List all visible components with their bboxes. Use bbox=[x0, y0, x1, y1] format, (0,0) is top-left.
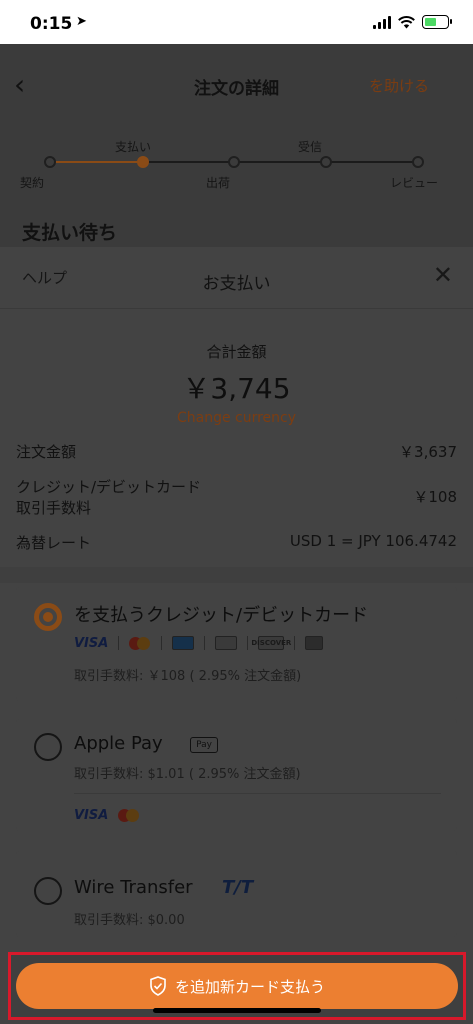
diners-logo-icon bbox=[215, 636, 238, 650]
mastercard-logo-icon bbox=[118, 807, 140, 823]
close-icon[interactable]: ✕ bbox=[433, 261, 453, 289]
exchange-rate-label: 為替レート bbox=[16, 534, 92, 552]
visa-logo-icon: VISA bbox=[74, 807, 109, 823]
section-title: 支払い待ち bbox=[22, 222, 118, 244]
battery-icon bbox=[422, 15, 452, 29]
amex-logo-icon bbox=[172, 636, 195, 650]
step-dot-shipping bbox=[228, 156, 240, 168]
wifi-icon bbox=[398, 15, 415, 28]
radio-apple-pay[interactable] bbox=[34, 733, 62, 761]
apple-pay-logos: VISA bbox=[74, 807, 140, 823]
payment-option-wire-transfer[interactable]: Wire Transfer T/T 取引手数料: $0.00 bbox=[16, 851, 457, 937]
payment-option-apple-pay[interactable]: Apple Pay Pay 取引手数料: $1.01 ( 2.95% 注文金額)… bbox=[16, 719, 457, 831]
order-progress: 支払い 受信 契約 出荷 レビュー bbox=[0, 134, 473, 194]
mastercard-logo-icon bbox=[129, 635, 151, 651]
location-arrow-icon: ➤ bbox=[76, 14, 87, 29]
option-card-title: を支払うクレジット/デビットカード bbox=[74, 605, 369, 626]
step-dot-received bbox=[320, 156, 332, 168]
status-bar: 0:15 ➤ bbox=[0, 0, 473, 44]
card-fee-value: ￥108 bbox=[413, 488, 457, 506]
status-icons bbox=[373, 15, 452, 29]
card-fee-label-line2: 取引手数料 bbox=[16, 499, 92, 517]
step-label-shipping: 出荷 bbox=[206, 176, 231, 190]
option-wire-fee: 取引手数料: $0.00 bbox=[74, 913, 185, 928]
card-logos: VISA DISCOVER bbox=[74, 635, 324, 651]
visa-logo-icon: VISA bbox=[74, 635, 109, 651]
help-link[interactable]: を助ける bbox=[369, 75, 429, 96]
step-label-contract: 契約 bbox=[20, 176, 45, 190]
step-dot-payment bbox=[137, 156, 149, 168]
card-fee-label-line1: クレジット/デビットカード bbox=[16, 478, 202, 496]
radio-card-selected[interactable] bbox=[34, 603, 62, 631]
order-amount-value: ￥3,637 bbox=[399, 443, 457, 461]
section-divider bbox=[0, 567, 473, 583]
option-apple-pay-fee: 取引手数料: $1.01 ( 2.95% 注文金額) bbox=[74, 767, 301, 782]
tt-logo-icon: T/T bbox=[222, 877, 254, 898]
total-label: 合計金額 bbox=[206, 343, 267, 361]
step-label-payment: 支払い bbox=[115, 140, 152, 154]
change-currency-link[interactable]: Change currency bbox=[0, 410, 473, 426]
home-indicator bbox=[153, 1008, 321, 1013]
order-amount-label: 注文金額 bbox=[16, 443, 77, 461]
card-fee-row: クレジット/デビットカード 取引手数料 ￥108 bbox=[16, 476, 457, 517]
step-label-received: 受信 bbox=[298, 140, 323, 154]
exchange-rate-value: USD 1 = JPY 106.4742 bbox=[289, 532, 457, 550]
discover-logo-icon: DISCOVER bbox=[251, 636, 291, 650]
option-wire-title: Wire Transfer bbox=[74, 877, 193, 898]
apple-pay-badge-icon: Pay bbox=[190, 737, 218, 753]
signal-icon bbox=[373, 15, 391, 29]
order-detail-page: ‹ 注文の詳細 を助ける 支払い 受信 契約 出荷 レビュー 支払い待ち bbox=[0, 44, 473, 247]
jcb-logo-icon bbox=[305, 636, 324, 650]
total-amount: ￥3,745 bbox=[182, 372, 291, 405]
payment-sheet: ヘルプ お支払い ✕ 合計金額 ￥3,745 Change currency 注… bbox=[0, 247, 473, 1024]
sheet-title: お支払い bbox=[202, 274, 271, 294]
step-dot-review bbox=[412, 156, 424, 168]
shield-check-icon bbox=[150, 976, 166, 996]
step-dot-contract bbox=[44, 156, 56, 168]
pay-button-label: を追加新カード支払う bbox=[174, 977, 325, 996]
option-apple-pay-title: Apple Pay bbox=[74, 733, 163, 754]
radio-wire-transfer[interactable] bbox=[34, 877, 62, 905]
payment-option-card[interactable]: を支払うクレジット/デビットカード VISA DISCOVER 取引手数料: ￥… bbox=[16, 587, 457, 701]
add-new-card-pay-button[interactable]: を追加新カード支払う bbox=[16, 963, 458, 1009]
option-card-fee: 取引手数料: ￥108 ( 2.95% 注文金額) bbox=[74, 669, 302, 684]
status-time: 0:15 bbox=[30, 14, 73, 34]
sheet-header: ヘルプ お支払い ✕ bbox=[0, 247, 473, 309]
step-label-review: レビュー bbox=[390, 176, 439, 190]
